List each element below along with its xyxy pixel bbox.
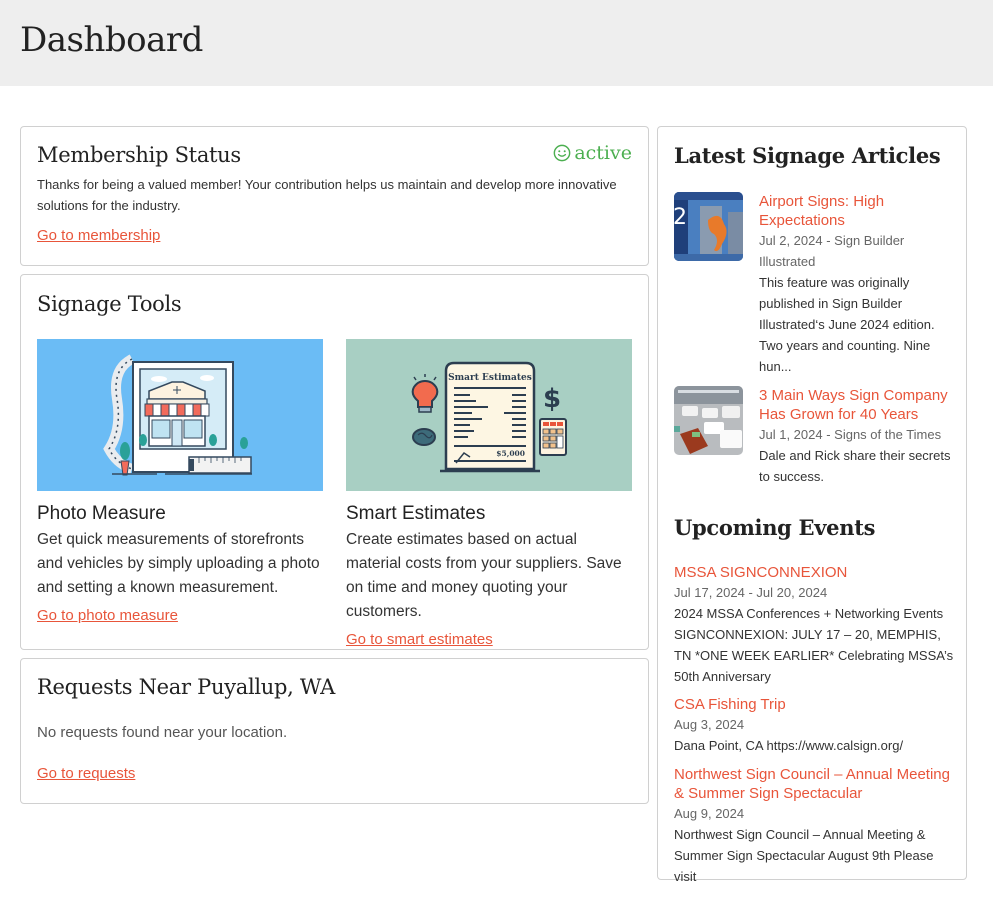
event-item: CSA Fishing Trip Aug 3, 2024 Dana Point,… [674, 695, 959, 756]
signage-tools-title: Signage Tools [37, 292, 182, 316]
article-thumbnail[interactable]: 2 [674, 192, 743, 261]
requests-empty-message: No requests found near your location. [37, 724, 288, 741]
event-title-link[interactable]: CSA Fishing Trip [674, 695, 959, 714]
event-date: Jul 17, 2024 - Jul 20, 2024 [674, 585, 828, 600]
article-thumbnail[interactable] [674, 386, 743, 455]
go-to-requests-link[interactable]: Go to requests [37, 765, 135, 782]
sidebar-card: Latest Signage Articles 2 Airport Signs:… [657, 126, 967, 884]
event-description: Dana Point, CA https://www.calsign.org/ [674, 738, 904, 753]
page-header: Dashboard [0, 0, 993, 86]
go-to-photo-measure-link[interactable]: Go to photo measure [37, 607, 178, 624]
article-excerpt: Dale and Rick share their secrets to suc… [759, 448, 951, 484]
tool-smart-estimates: Smart Estimates $5,000 $ Smart Estimates… [346, 339, 632, 649]
photo-measure-image[interactable] [37, 339, 323, 491]
events-title: Upcoming Events [674, 515, 876, 540]
svg-text:2: 2 [674, 205, 687, 230]
estimate-document-illustration: Smart Estimates $5,000 $ [346, 339, 632, 491]
document-heading: Smart Estimates [448, 373, 532, 383]
articles-title: Latest Signage Articles [674, 143, 941, 168]
event-description: Northwest Sign Council – Annual Meeting … [674, 827, 934, 884]
event-title-link[interactable]: MSSA SIGNCONNEXION [674, 563, 959, 582]
event-title-link[interactable]: Northwest Sign Council – Annual Meeting … [674, 765, 959, 803]
article-title-link[interactable]: 3 Main Ways Sign Company Has Grown for 4… [759, 386, 954, 424]
event-item: MSSA SIGNCONNEXION Jul 17, 2024 - Jul 20… [674, 563, 959, 687]
photo-measure-description: Get quick measurements of storefronts an… [37, 531, 320, 596]
article-meta: Jul 2, 2024 - Sign Builder Illustrated [759, 233, 905, 269]
document-total: $5,000 [496, 449, 525, 458]
sign-shop-vehicles-photo [674, 386, 743, 455]
membership-status-label: active [574, 142, 632, 164]
airport-elevator-photo: 2 [674, 192, 743, 261]
membership-description: Thanks for being a valued member! Your c… [37, 177, 617, 213]
event-date: Aug 9, 2024 [674, 806, 745, 821]
membership-status-badge: active [553, 142, 632, 164]
article-item: 3 Main Ways Sign Company Has Grown for 4… [674, 386, 954, 486]
photo-measure-title: Photo Measure [37, 503, 166, 524]
tool-photo-measure: Photo Measure Get quick measurements of … [37, 339, 323, 625]
requests-card: Requests Near Puyallup, WA No requests f… [20, 658, 649, 804]
article-title-link[interactable]: Airport Signs: High Expectations [759, 192, 954, 230]
smart-estimates-image[interactable]: Smart Estimates $5,000 $ [346, 339, 632, 491]
svg-text:$: $ [543, 384, 561, 414]
membership-card: Membership Status active Thanks for bein… [20, 126, 649, 266]
smart-estimates-description: Create estimates based on actual materia… [346, 531, 622, 620]
article-excerpt: This feature was originally published in… [759, 275, 935, 374]
smile-icon [553, 144, 571, 162]
membership-title: Membership Status [37, 143, 241, 167]
go-to-membership-link[interactable]: Go to membership [37, 227, 160, 244]
storefront-illustration [37, 339, 323, 491]
go-to-smart-estimates-link[interactable]: Go to smart estimates [346, 631, 493, 648]
event-description: 2024 MSSA Conferences + Networking Event… [674, 606, 954, 684]
event-date: Aug 3, 2024 [674, 717, 745, 732]
smart-estimates-title: Smart Estimates [346, 503, 486, 524]
article-item: 2 Airport Signs: High Expectations Jul 2… [674, 192, 954, 377]
page-title: Dashboard [20, 20, 203, 60]
event-item: Northwest Sign Council – Annual Meeting … [674, 765, 959, 887]
signage-tools-card: Signage Tools Photo Measure Get quick me… [20, 274, 649, 650]
requests-title: Requests Near Puyallup, WA [37, 675, 336, 699]
article-meta: Jul 1, 2024 - Signs of the Times [759, 427, 942, 442]
